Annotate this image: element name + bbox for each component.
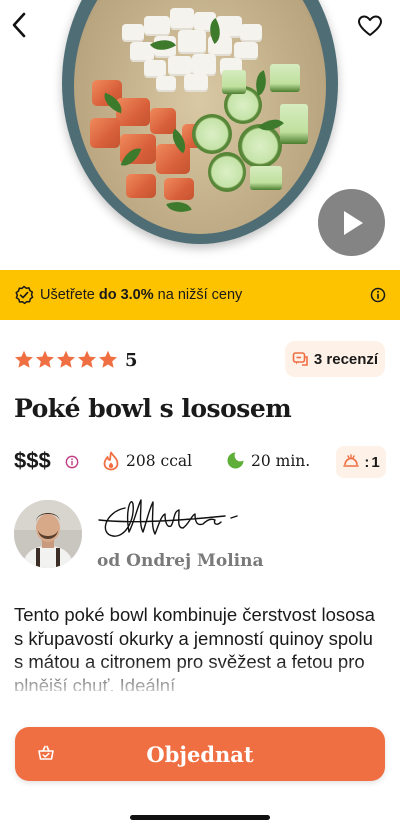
prep-time-value: 20 min. [251, 451, 311, 470]
basket-icon [37, 744, 55, 766]
rating-value: 5 [125, 350, 138, 371]
recipe-title: Poké bowl s lososem [14, 394, 292, 423]
back-button[interactable] [8, 10, 32, 40]
recipe-hero-image [0, 0, 400, 270]
star-icon [57, 350, 75, 368]
description-fade [0, 660, 400, 700]
reviews-button[interactable]: 3 recenzí [285, 341, 385, 377]
favorite-button[interactable] [357, 14, 383, 38]
star-icon [99, 350, 117, 368]
discount-text: Ušetřete do 3.0% na nižší ceny [40, 287, 243, 303]
order-button-label: Objednat [146, 741, 254, 767]
serving-dish-icon [343, 454, 360, 467]
discount-banner[interactable]: Ušetřete do 3.0% na nižší ceny [0, 270, 400, 320]
home-indicator [130, 815, 270, 820]
servings-stepper[interactable]: : 1 [336, 446, 386, 478]
star-icon [36, 350, 54, 368]
author-photo [14, 500, 82, 568]
play-video-button[interactable] [318, 189, 385, 256]
calories-value: 208 ccal [126, 452, 193, 470]
servings-separator: : [364, 453, 370, 471]
recipe-meta: $$$ 208 ccal 20 min. : 1 [14, 446, 386, 478]
price-level: $$$ [14, 448, 51, 473]
rating: 5 [14, 348, 138, 371]
author-signature [98, 499, 238, 537]
servings-value: 1 [371, 453, 380, 471]
prep-time: 20 min. [226, 451, 310, 470]
info-icon [370, 287, 386, 303]
discount-badge-icon [15, 285, 34, 305]
info-icon [65, 455, 79, 469]
author-name[interactable]: od Ondrej Molina [97, 551, 264, 571]
reviews-label: 3 recenzí [313, 350, 379, 368]
chevron-left-icon [12, 12, 26, 38]
author-avatar[interactable] [14, 500, 82, 568]
discount-info-button[interactable] [370, 287, 386, 307]
flame-icon [103, 451, 119, 471]
clock-icon [227, 452, 244, 469]
order-button[interactable]: Objednat [15, 727, 385, 781]
star-icon [15, 350, 33, 368]
star-icon [78, 350, 96, 368]
calories: 208 ccal [102, 451, 192, 471]
review-icon [292, 352, 308, 366]
heart-icon [358, 15, 382, 36]
price-info-button[interactable] [65, 454, 79, 473]
play-icon [343, 210, 363, 235]
